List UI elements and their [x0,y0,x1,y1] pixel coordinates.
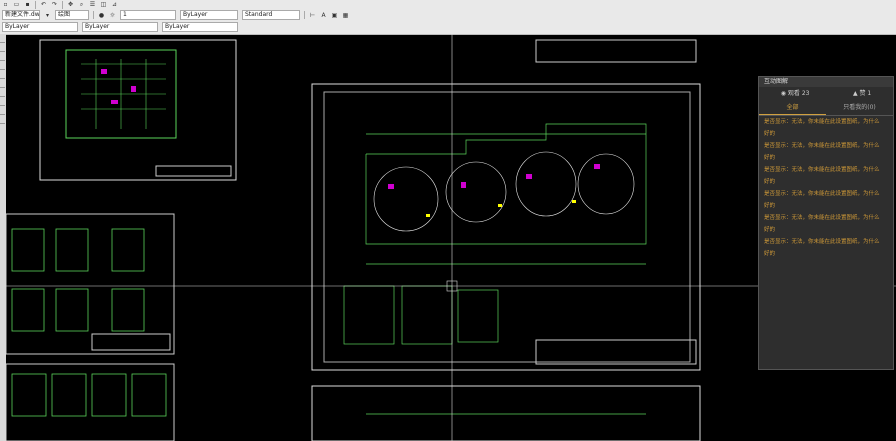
tab-select[interactable]: 绘图 [55,10,89,20]
pan-icon[interactable]: ✥ [66,1,75,9]
mirror-tool-icon[interactable] [0,106,5,115]
block-icon[interactable]: ▣ [330,11,339,19]
message-item: 是否显示：无法，你未能在此设置图纸，为什么 [764,191,880,197]
separator [62,0,63,9]
layer-icon[interactable]: ◫ [99,1,108,9]
separator [35,0,36,9]
arc-tool-icon[interactable] [0,61,5,70]
message-item: 好的 [764,179,776,185]
message-item: 是否显示：无法，你未能在此设置图纸，为什么 [764,119,880,125]
like-icon: ▲ [852,90,858,97]
message-item: 好的 [764,227,776,233]
file-select[interactable]: 新建文件.dwg [2,10,40,20]
message-item: 是否显示：无法，你未能在此设置图纸，为什么 [764,143,880,149]
message-item: 是否显示：无法，你未能在此设置图纸，为什么 [764,167,880,173]
copy-tool-icon[interactable] [0,88,5,97]
dimension-icon[interactable]: ⊢ [308,11,317,19]
message-list: 是否显示：无法，你未能在此设置图纸，为什么 好的 是否显示：无法，你未能在此设置… [759,116,893,260]
user-icon: ◉ [780,90,786,97]
hatch-icon[interactable]: ▦ [341,11,350,19]
polyline-tool-icon[interactable] [0,43,5,52]
views-label: 观看 23 [787,90,810,97]
save-icon[interactable]: ▪ [23,1,32,9]
style-select[interactable]: Standard [242,10,300,20]
text-icon[interactable]: A [319,11,328,19]
message-item: 好的 [764,251,776,257]
color-select[interactable]: ByLayer [180,10,238,20]
likes-stat[interactable]: ▲ 赞 1 [853,87,871,101]
message-item: 好的 [764,155,776,161]
panel-stats: ◉ 观看 23 ▲ 赞 1 [759,87,893,101]
views-stat: ◉ 观看 23 [781,87,810,101]
likes-label: 赞 1 [859,90,872,97]
tab-all[interactable]: 全部 [759,101,826,115]
sheet-main [311,39,701,371]
separator [304,11,305,19]
redo-icon[interactable]: ↷ [50,1,59,9]
message-item: 是否显示：无法，你未能在此设置图纸，为什么 [764,215,880,221]
undo-icon[interactable]: ↶ [39,1,48,9]
layer-on-icon[interactable]: ● [97,11,106,19]
message-item: 是否显示：无法，你未能在此设置图纸，为什么 [764,239,880,245]
properties-icon[interactable]: ☰ [88,1,97,9]
message-item: 好的 [764,131,776,137]
sheet-bottom [311,385,701,441]
open-icon[interactable]: ▭ [12,1,21,9]
measure-icon[interactable]: ⊿ [110,1,119,9]
circle-tool-icon[interactable] [0,52,5,61]
zoom-icon[interactable]: ⌕ [77,1,86,9]
rectangle-tool-icon[interactable] [0,70,5,79]
sheet-top-left [39,39,237,181]
rotate-tool-icon[interactable] [0,97,5,106]
tab-icon[interactable]: ▾ [43,11,52,19]
move-tool-icon[interactable] [0,79,5,88]
panel-title: 互动图解 [759,77,893,87]
sheet-left-bottom [6,363,175,441]
layer-select[interactable]: ByLayer [2,22,78,32]
interaction-panel: 互动图解 ◉ 观看 23 ▲ 赞 1 全部 只看我的(0) 是否显示：无法，你未… [758,76,894,370]
properties-toolbar: 新建文件.dwg ▾ 绘图 ● ☼ 1 ByLayer Standard ⊢ A… [0,9,896,35]
panel-tabs: 全部 只看我的(0) [759,101,893,116]
sheet-left-middle [6,213,175,355]
new-file-icon[interactable]: ▫ [1,1,10,9]
layer-freeze-icon[interactable]: ☼ [108,11,117,19]
separator [93,11,94,19]
lineweight-select[interactable]: ByLayer [162,22,238,32]
trim-tool-icon[interactable] [0,115,5,124]
zoom-select[interactable]: 1 [120,10,176,20]
message-item: 好的 [764,203,776,209]
line-tool-icon[interactable] [0,34,5,43]
linetype-select[interactable]: ByLayer [82,22,158,32]
tab-mine[interactable]: 只看我的(0) [826,101,893,115]
